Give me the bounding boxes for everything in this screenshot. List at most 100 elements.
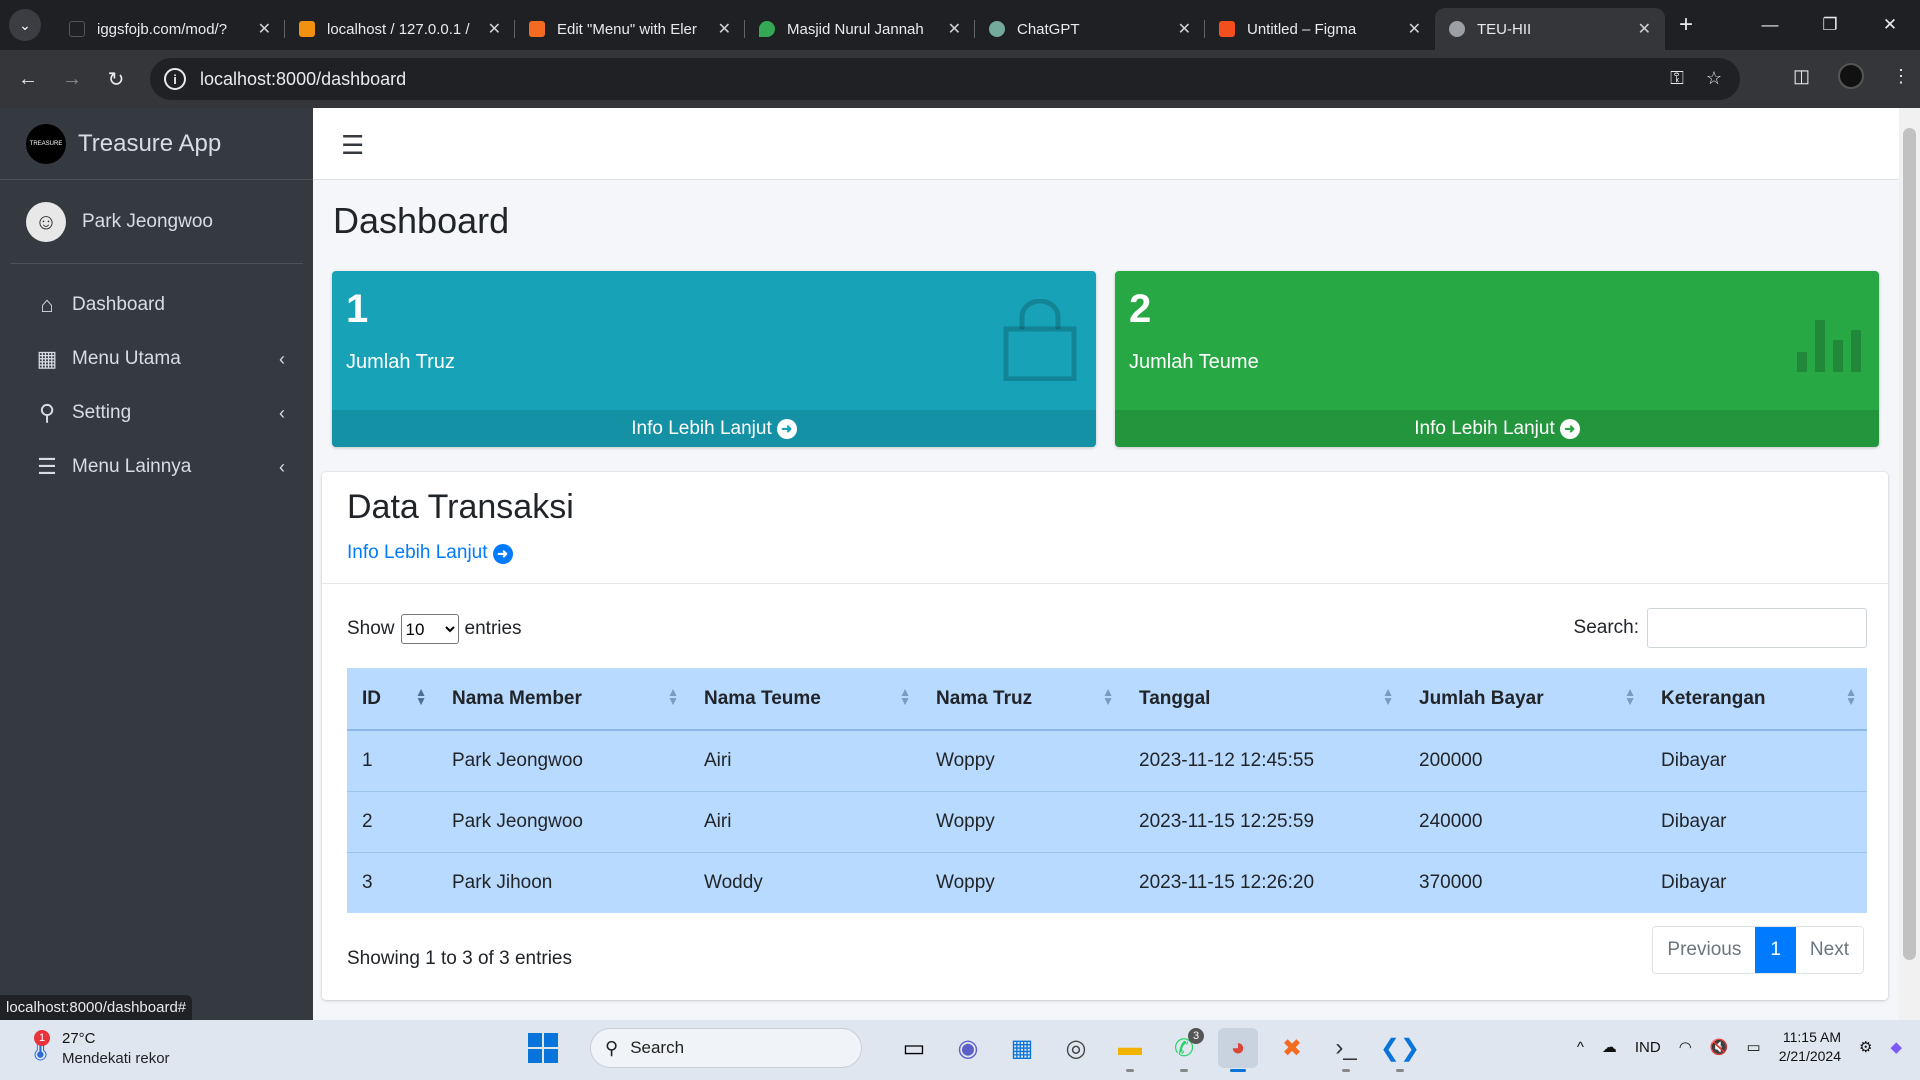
task-view-icon[interactable]: ▭: [894, 1028, 934, 1068]
taskbar-search[interactable]: ⚲ Search: [590, 1028, 862, 1068]
settings-gear-icon[interactable]: ⚙: [1859, 1038, 1872, 1056]
page-1-button[interactable]: 1: [1755, 927, 1796, 973]
chrome-icon[interactable]: ◕: [1218, 1028, 1258, 1072]
store-icon[interactable]: ▦: [1002, 1028, 1042, 1068]
side-panel-icon[interactable]: ◫: [1793, 66, 1810, 87]
browser-tab[interactable]: Untitled – Figma ✕: [1205, 8, 1435, 50]
back-arrow-icon[interactable]: ←: [6, 68, 50, 91]
tab-title: Untitled – Figma: [1247, 20, 1357, 38]
tab-search-button[interactable]: ⌄: [9, 9, 41, 41]
hamburger-menu-icon[interactable]: ☰: [341, 130, 364, 161]
user-name[interactable]: Park Jeongwoo: [82, 211, 213, 233]
browser-tab[interactable]: ChatGPT ✕: [975, 8, 1205, 50]
whatsapp-icon[interactable]: ✆ 3: [1164, 1028, 1204, 1072]
close-tab-icon[interactable]: ✕: [488, 19, 501, 39]
more-info-label: Info Lebih Lanjut: [1414, 417, 1555, 439]
globe-favicon-icon: [1449, 21, 1465, 37]
browser-tab[interactable]: iggsfojb.com/mod/? ✕: [55, 8, 285, 50]
url-bar[interactable]: i localhost:8000/dashboard ⚿ ☆: [150, 58, 1740, 100]
page-length-select[interactable]: 10: [400, 614, 459, 644]
vscode-icon[interactable]: ❮❯: [1380, 1028, 1420, 1072]
show-label: Show: [347, 618, 395, 639]
chatgpt-favicon-icon: [989, 21, 1005, 37]
sidebar-item-dashboard[interactable]: ⌂ Dashboard: [0, 278, 313, 332]
cell-amount: 370000: [1419, 871, 1483, 893]
sidebar-item-setting[interactable]: ⚲ Setting ‹: [0, 386, 313, 440]
column-header-jumlah-bayar[interactable]: Jumlah Bayar ▲ ▼: [1404, 668, 1646, 731]
chevron-left-icon: ‹: [279, 348, 285, 369]
sidebar-nav: ⌂ Dashboard ▦ Menu Utama ‹ ⚲ Setting ‹ ☰…: [0, 278, 313, 494]
brand-link[interactable]: TREASURE Treasure App: [0, 108, 313, 180]
restore-icon[interactable]: ❐: [1800, 0, 1860, 50]
table-row: 2 Park Jeongwoo Airi Woppy 2023-11-15 12…: [347, 791, 1867, 852]
wifi-icon[interactable]: ◠: [1679, 1038, 1692, 1056]
terminal-icon[interactable]: ›_: [1326, 1028, 1366, 1072]
column-header-tanggal[interactable]: Tanggal ▲ ▼: [1124, 668, 1404, 731]
cell-member: Park Jeongwoo: [452, 810, 583, 832]
browser-tab-active[interactable]: TEU-HII ✕: [1435, 8, 1665, 50]
browser-menu-icon[interactable]: ⋮: [1892, 66, 1910, 87]
column-header-nama-member[interactable]: Nama Member ▲ ▼: [437, 668, 689, 731]
previous-page-button[interactable]: Previous: [1653, 927, 1756, 973]
weather-widget[interactable]: 🌡 1 27°C Mendekati rekor: [24, 1029, 170, 1067]
close-tab-icon[interactable]: ✕: [1178, 19, 1191, 39]
chevron-up-icon[interactable]: ^: [1577, 1039, 1584, 1056]
close-window-icon[interactable]: ✕: [1860, 0, 1920, 50]
table-info: Showing 1 to 3 of 3 entries: [347, 948, 572, 969]
windows-start-icon[interactable]: [528, 1033, 558, 1063]
user-panel[interactable]: ☺ Park Jeongwoo: [10, 180, 303, 264]
cell-amount: 200000: [1419, 749, 1483, 771]
volume-muted-icon[interactable]: 🔇: [1710, 1038, 1729, 1056]
battery-icon[interactable]: ▭: [1747, 1038, 1761, 1056]
password-key-icon[interactable]: ⚿: [1670, 68, 1684, 89]
close-tab-icon[interactable]: ✕: [1638, 19, 1651, 39]
sidebar-item-menu-utama[interactable]: ▦ Menu Utama ‹: [0, 332, 313, 386]
cell-truz: Woppy: [936, 810, 995, 832]
browser-tab[interactable]: Edit "Menu" with Eler ✕: [515, 8, 745, 50]
more-info-link[interactable]: Info Lebih Lanjut ➜: [332, 410, 1096, 447]
camera-icon[interactable]: ◎: [1056, 1028, 1096, 1068]
page-length-control: Show 10 entries: [347, 614, 522, 644]
next-page-button[interactable]: Next: [1795, 927, 1863, 973]
browser-tab[interactable]: localhost / 127.0.0.1 / ✕: [285, 8, 515, 50]
close-tab-icon[interactable]: ✕: [948, 19, 961, 39]
site-info-icon[interactable]: i: [164, 68, 186, 90]
search-input[interactable]: [1647, 608, 1867, 648]
tab-title: ChatGPT: [1017, 20, 1080, 38]
url-text[interactable]: localhost:8000/dashboard: [200, 69, 406, 90]
onedrive-cloud-icon[interactable]: ☁: [1602, 1038, 1617, 1056]
meet-icon[interactable]: ◉: [948, 1028, 988, 1068]
reload-icon[interactable]: ↻: [94, 67, 138, 92]
cell-id: 3: [362, 871, 373, 893]
browser-tab[interactable]: Masjid Nurul Jannah ✕: [745, 8, 975, 50]
page-scrollbar[interactable]: [1899, 108, 1920, 1020]
minimize-icon[interactable]: —: [1740, 0, 1800, 50]
new-tab-button[interactable]: +: [1679, 11, 1693, 39]
xampp-icon[interactable]: ✖: [1272, 1028, 1312, 1068]
arrow-circle-right-icon: ➜: [776, 418, 797, 439]
sort-icon: ▲ ▼: [1382, 685, 1394, 708]
more-info-link[interactable]: Info Lebih Lanjut ➜: [347, 542, 513, 564]
pagination: Previous 1 Next: [1652, 926, 1864, 974]
copilot-icon[interactable]: ◆: [1890, 1038, 1902, 1056]
cell-member: Park Jihoon: [452, 871, 553, 893]
column-header-id[interactable]: ID ▲ ▼: [347, 668, 437, 731]
sidebar-item-menu-lainnya[interactable]: ☰ Menu Lainnya ‹: [0, 440, 313, 494]
scrollbar-thumb[interactable]: [1903, 128, 1916, 960]
profile-avatar[interactable]: [1838, 63, 1864, 89]
clock[interactable]: 11:15 AM 2/21/2024: [1779, 1028, 1841, 1066]
figma-favicon-icon: [1219, 21, 1235, 37]
close-tab-icon[interactable]: ✕: [1408, 19, 1421, 39]
file-explorer-icon[interactable]: ▬: [1110, 1028, 1150, 1072]
brand-logo-text: TREASURE: [29, 140, 63, 147]
close-tab-icon[interactable]: ✕: [258, 19, 271, 39]
language-indicator[interactable]: IND: [1635, 1039, 1661, 1056]
close-tab-icon[interactable]: ✕: [718, 19, 731, 39]
column-header-nama-truz[interactable]: Nama Truz ▲ ▼: [921, 668, 1124, 731]
cell-status: Dibayar: [1661, 749, 1727, 771]
bookmark-star-icon[interactable]: ☆: [1706, 68, 1722, 89]
forward-arrow-icon[interactable]: →: [50, 68, 94, 91]
more-info-link[interactable]: Info Lebih Lanjut ➜: [1115, 410, 1879, 447]
column-header-keterangan[interactable]: Keterangan ▲ ▼: [1646, 668, 1867, 731]
column-header-nama-teume[interactable]: Nama Teume ▲ ▼: [689, 668, 921, 731]
